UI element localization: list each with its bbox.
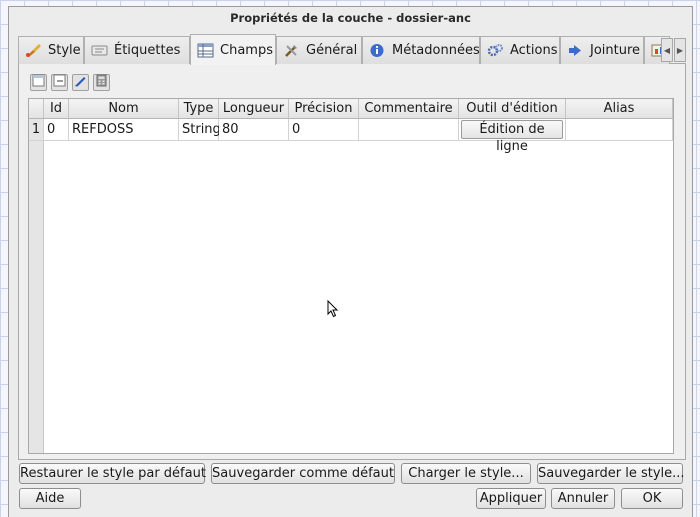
cell-id[interactable]: 0 [44,119,69,141]
join-icon [567,43,584,58]
table-icon [197,43,214,58]
tab-scroll-right-button[interactable]: ▶ [674,38,686,62]
tab-style[interactable]: Style [18,36,84,64]
column-header-type[interactable]: Type [179,99,219,119]
new-field-button[interactable] [30,74,47,91]
ok-button[interactable]: OK [621,488,683,509]
tab-scroll-left-button[interactable]: ◀ [661,38,673,62]
info-icon [369,43,386,58]
fields-table[interactable]: Id Nom Type Longueur Précision Commentai… [28,98,674,454]
column-header-alias[interactable]: Alias [566,99,673,119]
label-icon [91,43,108,58]
cell-commentaire[interactable] [359,119,459,141]
tab-general[interactable]: Général [276,36,362,64]
edit-mode-icon [74,74,87,91]
apply-button[interactable]: Appliquer [476,488,546,509]
tab-label: Champs [220,42,273,58]
tab-label: Actions [510,43,558,58]
tab-label: Style [48,43,81,58]
restore-default-style-button[interactable]: Restaurer le style par défaut [19,463,206,484]
tab-label: Jointure [590,43,641,58]
cell-longueur[interactable]: 80 [219,119,289,141]
tab-actions[interactable]: Actions [480,36,560,64]
mouse-pointer-icon [327,299,339,322]
tools-icon [283,43,300,58]
tab-metadata[interactable]: Métadonnées [362,36,480,64]
window-title: Propriétés de la couche - dossier-anc [230,11,471,25]
column-header-outil-edition[interactable]: Outil d'édition [459,99,566,119]
help-button[interactable]: Aide [19,488,81,509]
save-as-default-button[interactable]: Sauvegarder comme défaut [211,463,395,484]
row-header[interactable]: 1 [29,119,44,141]
column-header-commentaire[interactable]: Commentaire [359,99,459,119]
cell-nom[interactable]: REFDOSS [69,119,179,141]
edit-mode-button[interactable] [72,74,89,91]
corner-header[interactable] [29,99,44,119]
tab-labels[interactable]: Étiquettes [84,36,190,64]
calculator-icon [95,74,108,91]
cell-precision[interactable]: 0 [289,119,359,141]
edit-widget-button[interactable]: Édition de ligne [461,120,563,154]
column-header-precision[interactable]: Précision [289,99,359,119]
gears-icon [487,43,504,58]
tab-label: Étiquettes [114,43,181,58]
layer-properties-dialog: Propriétés de la couche - dossier-anc St… [8,6,693,517]
brush-icon [25,43,42,58]
load-style-button[interactable]: Charger le style... [401,463,531,484]
column-header-longueur[interactable]: Longueur [219,99,289,119]
chevron-right-icon: ▶ [676,45,684,55]
tab-fields[interactable]: Champs [190,34,276,65]
tab-bar: Style Étiquettes Champs Général Métadonn… [18,34,686,65]
tab-joins[interactable]: Jointure [560,36,644,64]
fields-panel: Id Nom Type Longueur Précision Commentai… [18,64,686,460]
new-field-icon [32,74,45,91]
cell-alias[interactable] [566,119,673,141]
cancel-button[interactable]: Annuler [551,488,615,509]
tab-label: Métadonnées [392,43,480,58]
tab-label: Général [306,43,358,58]
delete-field-icon [53,74,66,91]
delete-field-button[interactable] [51,74,68,91]
row-header-column [29,99,44,453]
column-header-id[interactable]: Id [44,99,69,119]
chevron-left-icon: ◀ [663,45,671,55]
field-calculator-button[interactable] [93,74,110,91]
column-header-nom[interactable]: Nom [69,99,179,119]
cell-type[interactable]: String [179,119,221,141]
save-style-button[interactable]: Sauvegarder le style... [537,463,685,484]
cell-outil-edition: Édition de ligne [459,119,566,154]
